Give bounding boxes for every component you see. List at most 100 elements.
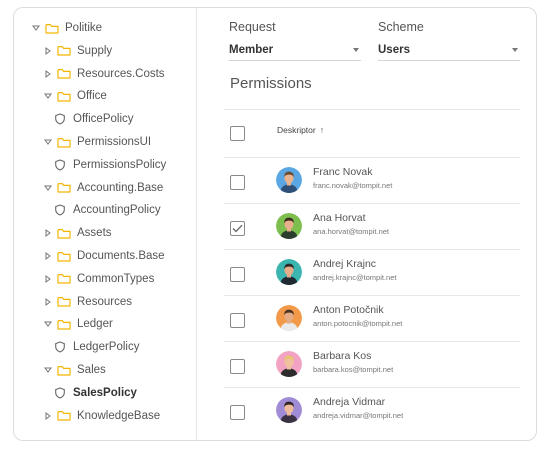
avatar (276, 351, 302, 377)
user-email: ana.horvat@tompit.net (313, 227, 389, 236)
user-row[interactable]: Andreja Vidmar andreja.vidmar@tompit.net (224, 387, 520, 433)
folder-icon (45, 23, 59, 34)
chevron-right-icon[interactable] (42, 69, 54, 78)
user-checkbox[interactable] (230, 221, 245, 236)
avatar (276, 213, 302, 239)
column-header-descriptor[interactable]: Deskriptor ↑ (277, 125, 324, 135)
sort-ascending-icon: ↑ (319, 125, 325, 135)
user-name: Andreja Vidmar (313, 396, 386, 408)
user-email: anton.potocnik@tompit.net (313, 319, 403, 328)
tree-item-label: Assets (77, 227, 112, 240)
folder-icon (57, 228, 71, 239)
tree-item-label: Resources.Costs (77, 67, 165, 80)
folder-icon (57, 251, 71, 262)
chevron-right-icon[interactable] (42, 274, 54, 283)
chevron-right-icon[interactable] (42, 252, 54, 260)
scheme-select[interactable]: Users (378, 39, 520, 61)
tree-item-accountingpolicy[interactable]: AccountingPolicy (54, 200, 161, 220)
shield-icon (54, 387, 66, 399)
user-row[interactable]: Barbara Kos barbara.kos@tompit.net (224, 341, 520, 387)
chevron-down-icon[interactable] (30, 25, 42, 31)
tree-item-label: Politike (65, 22, 103, 34)
tree-item-label: SalesPolicy (73, 386, 137, 399)
user-row[interactable]: Ana Horvat ana.horvat@tompit.net (224, 203, 520, 249)
user-name: Franc Novak (313, 166, 373, 178)
user-checkbox[interactable] (230, 175, 245, 190)
select-all-checkbox[interactable] (230, 126, 245, 141)
permissions-title: Permissions (230, 75, 312, 92)
request-select[interactable]: Member (229, 39, 361, 61)
scheme-value: Users (378, 43, 410, 56)
permissions-card: Politike Supply Resources.Costs Office Offic… (13, 7, 537, 441)
user-checkbox[interactable] (230, 313, 245, 328)
chevron-down-icon[interactable] (42, 185, 54, 191)
folder-icon (57, 45, 71, 56)
tree-item-label: Documents.Base (77, 250, 165, 262)
tree-item-label: KnowledgeBase (77, 409, 161, 422)
user-row[interactable]: Andrej Krajnc andrej.krajnc@tompit.net (224, 249, 520, 295)
tree-item-label: Accounting.Base (77, 181, 164, 194)
permissions-pane: Request Member Scheme Users Permissions … (197, 8, 537, 440)
folder-icon (57, 365, 71, 376)
user-email: andreja.vidmar@tompit.net (313, 411, 404, 420)
tree-item-label: PermissionsPolicy (73, 158, 167, 171)
folder-icon (57, 319, 71, 330)
shield-icon (54, 159, 66, 171)
user-email: franc.novak@tompit.net (313, 181, 393, 190)
chevron-down-icon (353, 47, 359, 52)
tree-item-accounting-base[interactable]: Accounting.Base (42, 178, 163, 198)
user-email: andrej.krajnc@tompit.net (313, 273, 397, 282)
tree-item-sales[interactable]: Sales (42, 360, 106, 380)
scheme-label: Scheme (378, 20, 424, 34)
tree-item-documents-base[interactable]: Documents.Base (42, 246, 165, 266)
folder-icon (57, 182, 71, 193)
user-email: barbara.kos@tompit.net (313, 365, 394, 374)
tree-item-permissionspolicy[interactable]: PermissionsPolicy (54, 155, 166, 175)
tree-item-permissionsui[interactable]: PermissionsUI (42, 132, 151, 152)
tree-item-supply[interactable]: Supply (42, 41, 112, 61)
chevron-down-icon[interactable] (42, 139, 54, 145)
tree-item-knowledgebase[interactable]: KnowledgeBase (42, 406, 160, 426)
user-checkbox[interactable] (230, 359, 245, 374)
user-checkbox[interactable] (230, 267, 245, 282)
avatar (276, 259, 302, 285)
chevron-right-icon[interactable] (42, 411, 54, 420)
tree-item-ledgerpolicy[interactable]: LedgerPolicy (54, 337, 139, 357)
folder-icon (57, 137, 71, 148)
chevron-right-icon[interactable] (42, 229, 54, 238)
chevron-down-icon[interactable] (42, 93, 54, 100)
chevron-down-icon[interactable] (42, 321, 54, 328)
avatar (276, 397, 302, 423)
chevron-right-icon[interactable] (42, 46, 54, 55)
folder-icon (57, 68, 71, 79)
tree-item-salespolicy[interactable]: SalesPolicy (54, 383, 137, 403)
tree-item-resources-costs[interactable]: Resources.Costs (42, 64, 165, 84)
avatar (276, 305, 302, 331)
user-row[interactable]: Franc Novak franc.novak@tompit.net (224, 157, 520, 203)
tree-item-commontypes[interactable]: CommonTypes (42, 269, 154, 289)
tree-item-resources[interactable]: Resources (42, 292, 132, 312)
tree-item-ledger[interactable]: Ledger (42, 314, 113, 334)
user-checkbox[interactable] (230, 405, 245, 420)
tree-item-label: Resources (77, 295, 132, 308)
tree-item-politike[interactable]: Politike (30, 18, 102, 38)
chevron-down-icon[interactable] (42, 367, 54, 373)
tree-item-officepolicy[interactable]: OfficePolicy (54, 109, 134, 129)
tree-item-label: Supply (77, 44, 113, 57)
tree-item-office[interactable]: Office (42, 86, 107, 106)
chevron-right-icon[interactable] (42, 297, 54, 306)
folder-icon (57, 410, 71, 421)
tree-item-label: LedgerPolicy (73, 341, 140, 354)
shield-icon (54, 341, 66, 353)
user-name: Barbara Kos (313, 350, 372, 362)
request-label: Request (229, 20, 276, 34)
tree-item-label: Ledger (77, 318, 113, 331)
user-row[interactable]: Anton Potočnik anton.potocnik@tompit.net (224, 295, 520, 341)
user-name: Andrej Krajnc (313, 258, 377, 270)
tree-item-label: PermissionsUI (77, 136, 152, 148)
folder-icon (57, 91, 71, 102)
shield-icon (54, 113, 66, 125)
tree-item-assets[interactable]: Assets (42, 223, 112, 243)
folder-icon (57, 273, 71, 284)
user-name: Anton Potočnik (313, 304, 384, 316)
